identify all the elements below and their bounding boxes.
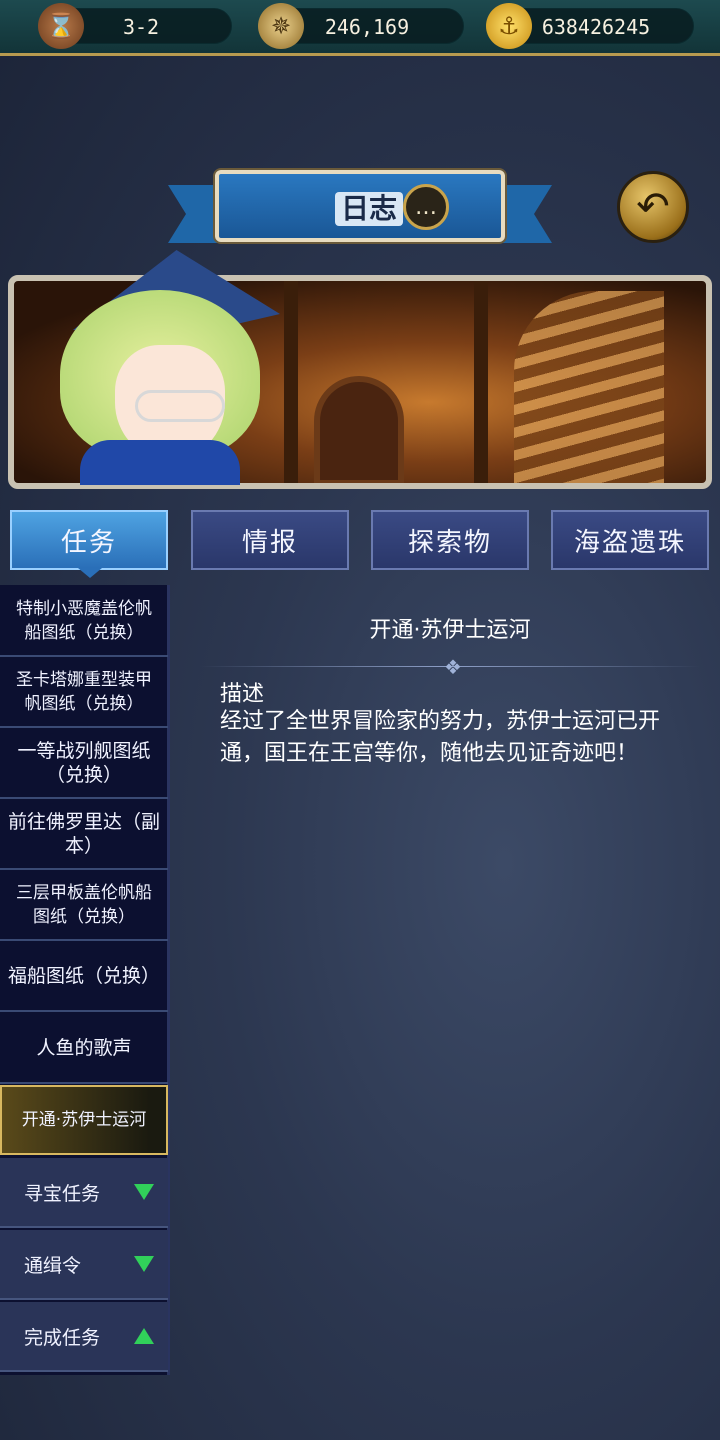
quest-item[interactable]: 一等战列舰图纸（兑换）	[0, 729, 168, 799]
category-label: 寻宝任务	[24, 1182, 101, 1205]
category-label: 完成任务	[24, 1326, 101, 1349]
active-tab-pointer	[78, 568, 102, 578]
quest-item[interactable]: 前往佛罗里达（副本）	[0, 800, 168, 870]
category-wanted[interactable]: 通缉令	[0, 1230, 168, 1300]
category-treasure-hunt[interactable]: 寻宝任务	[0, 1158, 168, 1228]
compass-icon: ✵	[258, 3, 304, 49]
quest-description: 经过了全世界冒险家的努力，苏伊士运河已开通，国王在王宫等你，随他去见证奇迹吧！	[220, 709, 661, 766]
back-arrow-icon: ↶	[636, 184, 670, 230]
hourglass-icon: ⌛	[38, 3, 84, 49]
resource-bar: 3-2 ⌛ 246,169 ✵ 638426245 ⚓	[0, 0, 720, 56]
quest-detail-title: 开通·苏伊士运河	[369, 618, 531, 643]
character-portrait	[10, 250, 280, 485]
collapse-arrow-icon	[134, 1328, 154, 1344]
quest-list: 特制小恶魔盖伦帆船图纸（兑换） 圣卡塔娜重型装甲帆图纸（兑换） 一等战列舰图纸（…	[0, 585, 170, 1375]
arched-door	[314, 376, 404, 483]
wood-beam	[474, 281, 488, 483]
expand-arrow-icon	[134, 1184, 154, 1200]
title-banner: 日志 …	[215, 170, 505, 242]
tab-pirate-treasures[interactable]: 海盗遗珠	[551, 510, 709, 570]
quest-item[interactable]: 人鱼的歌声	[0, 1014, 168, 1084]
back-button[interactable]: ↶	[617, 171, 689, 243]
quest-item[interactable]: 特制小恶魔盖伦帆船图纸（兑换）	[0, 587, 168, 657]
category-label: 通缉令	[24, 1254, 82, 1277]
spiral-stairs	[514, 291, 664, 483]
ornament-icon: ❖	[444, 655, 462, 679]
expand-arrow-icon	[134, 1256, 154, 1272]
character-cloak	[80, 440, 240, 485]
anchor-coin-icon: ⚓	[486, 3, 532, 49]
quest-item[interactable]: 圣卡塔娜重型装甲帆图纸（兑换）	[0, 658, 168, 728]
quest-item[interactable]: 福船图纸（兑换）	[0, 942, 168, 1012]
category-completed[interactable]: 完成任务	[0, 1302, 168, 1372]
description-label: 描述	[220, 682, 265, 707]
tab-tasks[interactable]: 任务	[10, 510, 168, 570]
tab-intel[interactable]: 情报	[191, 510, 349, 570]
wood-beam	[284, 281, 298, 483]
tab-explore-items[interactable]: 探索物	[371, 510, 529, 570]
character-glasses	[135, 390, 225, 422]
page-title: 日志	[335, 192, 404, 226]
quest-item[interactable]: 三层甲板盖伦帆船图纸（兑换）	[0, 871, 168, 941]
chat-bubble-icon[interactable]: …	[403, 184, 449, 230]
quest-item-active[interactable]: 开通·苏伊士运河	[0, 1085, 168, 1155]
